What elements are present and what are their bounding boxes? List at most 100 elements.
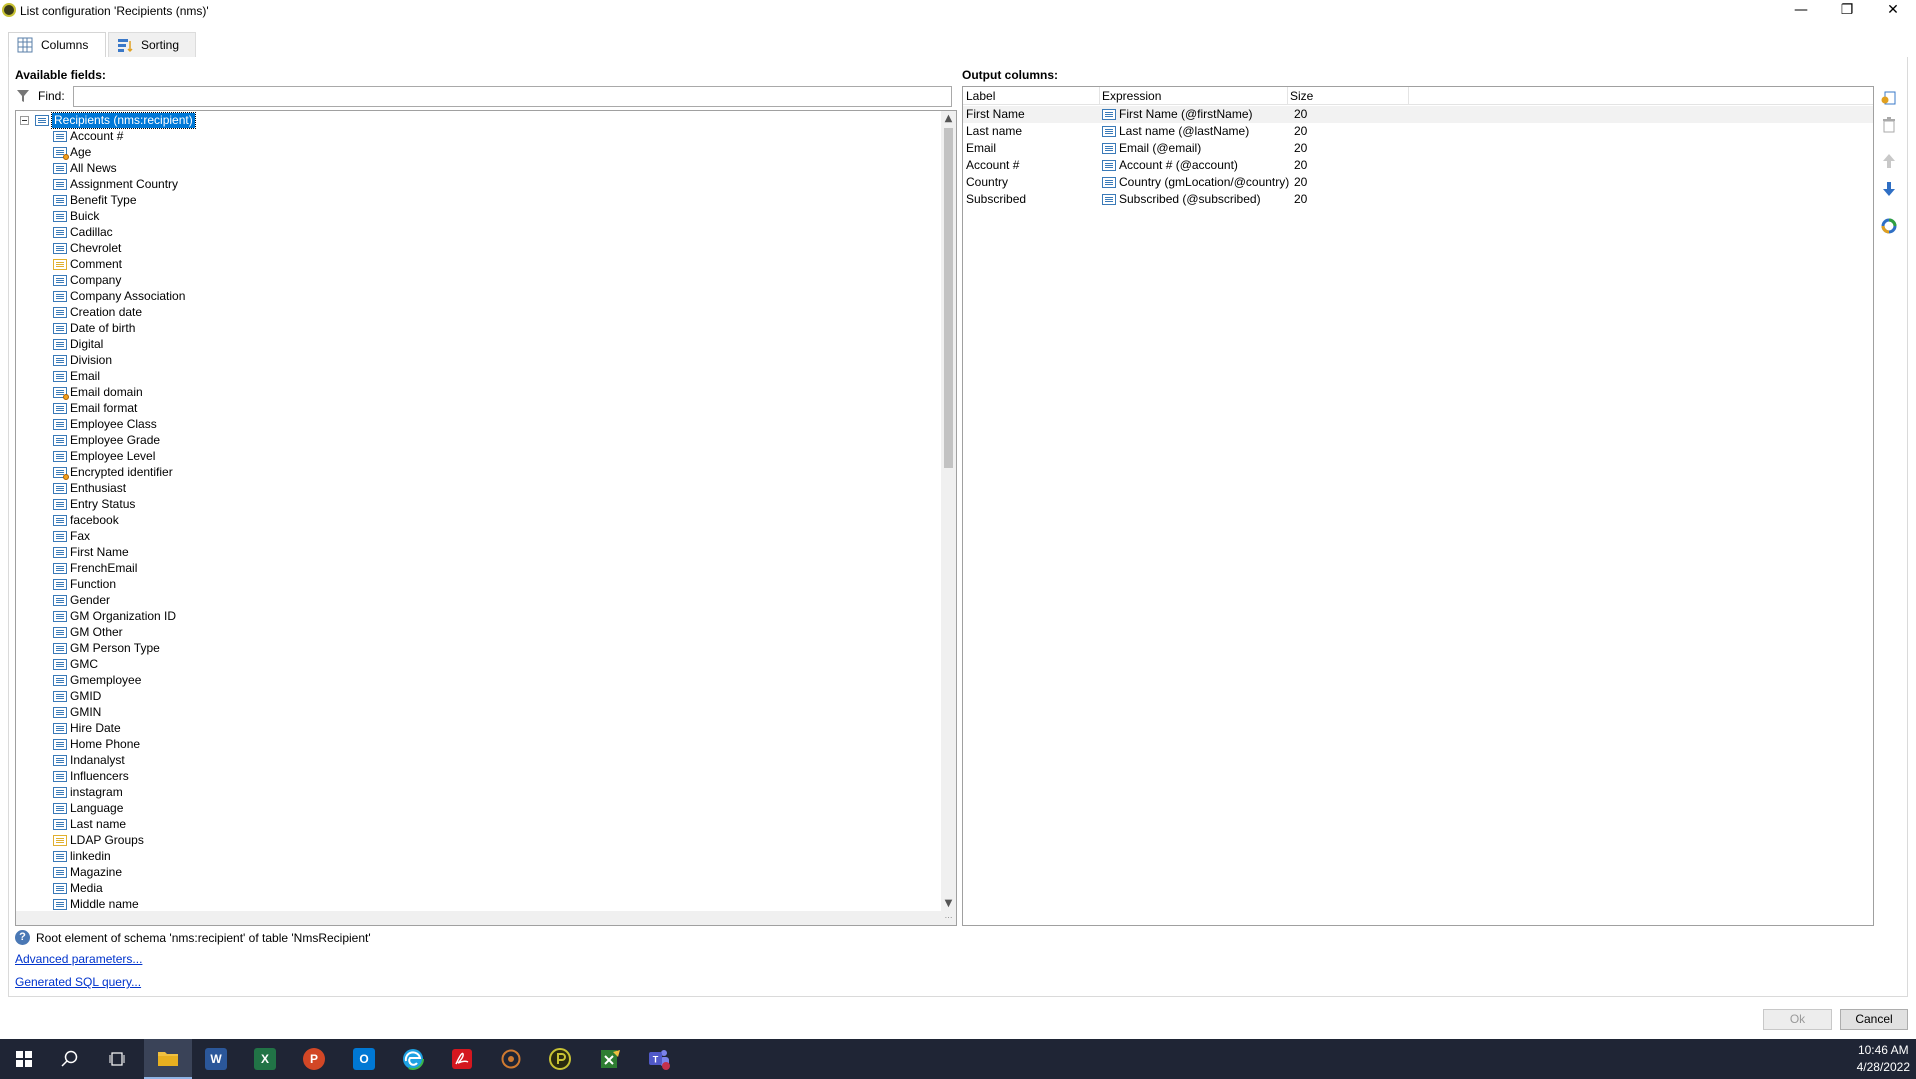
column-header-label[interactable]: Label: [966, 89, 995, 103]
tree-field-item[interactable]: Entry Status: [53, 496, 185, 512]
scroll-down-icon[interactable]: ▼: [941, 896, 956, 911]
tree-field-item[interactable]: facebook: [53, 512, 185, 528]
search-button[interactable]: [46, 1039, 94, 1079]
tree-field-item[interactable]: Division: [53, 352, 185, 368]
tree-field-item[interactable]: GM Person Type: [53, 640, 185, 656]
tree-field-item[interactable]: Date of birth: [53, 320, 185, 336]
scroll-thumb[interactable]: [944, 128, 953, 468]
output-columns-grid[interactable]: Label Expression Size First Name First Na…: [962, 86, 1874, 926]
tree-field-item[interactable]: LDAP Groups: [53, 832, 185, 848]
tree-field-item[interactable]: Age: [53, 144, 185, 160]
delete-column-button[interactable]: [1880, 117, 1898, 135]
generated-sql-link[interactable]: Generated SQL query...: [15, 975, 141, 989]
column-header-size[interactable]: Size: [1290, 89, 1313, 103]
tree-field-item[interactable]: GMIN: [53, 704, 185, 720]
tree-field-item[interactable]: Email: [53, 368, 185, 384]
resize-grip-icon[interactable]: ⋯: [941, 911, 956, 925]
tree-field-item[interactable]: FrenchEmail: [53, 560, 185, 576]
tree-field-item[interactable]: Magazine: [53, 864, 185, 880]
app-taskbar-p[interactable]: [536, 1039, 584, 1079]
tree-field-item[interactable]: Middle name: [53, 896, 185, 912]
tree-field-item[interactable]: Media: [53, 880, 185, 896]
tree-field-item[interactable]: Fax: [53, 528, 185, 544]
tab-sorting[interactable]: Sorting: [108, 32, 196, 57]
collapse-icon[interactable]: [20, 115, 29, 125]
cancel-button[interactable]: Cancel: [1840, 1009, 1908, 1030]
tree-field-item[interactable]: instagram: [53, 784, 185, 800]
tree-field-item[interactable]: First Name: [53, 544, 185, 560]
close-button[interactable]: ✕: [1870, 0, 1916, 22]
add-column-button[interactable]: [1880, 90, 1898, 108]
ok-button[interactable]: Ok: [1763, 1009, 1832, 1030]
table-row[interactable]: Account # Account # (@account) 20: [963, 157, 1873, 174]
word-taskbar[interactable]: W: [192, 1039, 240, 1079]
outlook-taskbar[interactable]: O: [340, 1039, 388, 1079]
distribution-button[interactable]: [1880, 218, 1898, 236]
tree-root-node[interactable]: Recipients (nms:recipient): [20, 111, 196, 129]
advanced-parameters-link[interactable]: Advanced parameters...: [15, 952, 142, 966]
move-down-button[interactable]: [1880, 181, 1898, 199]
table-row[interactable]: Subscribed Subscribed (@subscribed) 20: [963, 191, 1873, 208]
tree-field-item[interactable]: Assignment Country: [53, 176, 185, 192]
tree-field-item[interactable]: Company: [53, 272, 185, 288]
tree-field-item[interactable]: All News: [53, 160, 185, 176]
tree-horizontal-scrollbar[interactable]: [16, 911, 941, 925]
app-taskbar-sheet[interactable]: [586, 1039, 634, 1079]
acrobat-taskbar[interactable]: [438, 1039, 486, 1079]
tree-field-item[interactable]: GM Organization ID: [53, 608, 185, 624]
tab-columns[interactable]: Columns: [8, 32, 106, 57]
teams-taskbar[interactable]: T: [635, 1039, 683, 1079]
tree-field-item[interactable]: Function: [53, 576, 185, 592]
fields-tree[interactable]: Recipients (nms:recipient) Account # Age A…: [15, 110, 957, 926]
excel-taskbar[interactable]: X: [241, 1039, 289, 1079]
find-input[interactable]: [73, 86, 952, 107]
tree-field-item[interactable]: Employee Level: [53, 448, 185, 464]
minimize-button[interactable]: —: [1778, 0, 1824, 22]
tree-field-item[interactable]: Language: [53, 800, 185, 816]
column-divider[interactable]: [1099, 87, 1100, 105]
tree-field-item[interactable]: Hire Date: [53, 720, 185, 736]
tree-field-item[interactable]: Buick: [53, 208, 185, 224]
table-row[interactable]: Country Country (gmLocation/@country) 20: [963, 174, 1873, 191]
tree-field-item[interactable]: Encrypted identifier: [53, 464, 185, 480]
table-row[interactable]: Last name Last name (@lastName) 20: [963, 123, 1873, 140]
powerpoint-taskbar[interactable]: P: [290, 1039, 338, 1079]
start-button[interactable]: [0, 1039, 48, 1079]
tree-field-item[interactable]: Email format: [53, 400, 185, 416]
tree-field-item[interactable]: Creation date: [53, 304, 185, 320]
tree-field-item[interactable]: Indanalyst: [53, 752, 185, 768]
column-header-expression[interactable]: Expression: [1102, 89, 1161, 103]
tree-field-item[interactable]: GM Other: [53, 624, 185, 640]
tree-field-item[interactable]: Gmemployee: [53, 672, 185, 688]
scroll-up-icon[interactable]: ▲: [941, 111, 956, 126]
column-divider[interactable]: [1408, 87, 1409, 105]
tree-field-item[interactable]: Employee Grade: [53, 432, 185, 448]
task-view-button[interactable]: [94, 1039, 142, 1079]
table-row[interactable]: Email Email (@email) 20: [963, 140, 1873, 157]
tree-field-item[interactable]: Cadillac: [53, 224, 185, 240]
system-clock[interactable]: 10:46 AM 4/28/2022: [1857, 1042, 1910, 1076]
move-up-button[interactable]: [1880, 153, 1898, 171]
tree-field-item[interactable]: Digital: [53, 336, 185, 352]
restore-button[interactable]: ❐: [1824, 0, 1870, 22]
tree-field-item[interactable]: Gender: [53, 592, 185, 608]
tree-field-item[interactable]: Account #: [53, 128, 185, 144]
column-divider[interactable]: [1287, 87, 1288, 105]
tree-field-item[interactable]: Employee Class: [53, 416, 185, 432]
tree-field-item[interactable]: Benefit Type: [53, 192, 185, 208]
app-taskbar-circle[interactable]: [487, 1039, 535, 1079]
tree-field-item[interactable]: GMC: [53, 656, 185, 672]
tree-field-item[interactable]: Company Association: [53, 288, 185, 304]
tree-field-item[interactable]: Enthusiast: [53, 480, 185, 496]
tree-field-item[interactable]: Comment: [53, 256, 185, 272]
tree-field-item[interactable]: GMID: [53, 688, 185, 704]
tree-field-item[interactable]: Home Phone: [53, 736, 185, 752]
tree-field-item[interactable]: linkedin: [53, 848, 185, 864]
table-row[interactable]: First Name First Name (@firstName) 20: [963, 106, 1873, 123]
tree-field-item[interactable]: Email domain: [53, 384, 185, 400]
tree-field-item[interactable]: Last name: [53, 816, 185, 832]
edge-taskbar[interactable]: [389, 1039, 437, 1079]
tree-field-item[interactable]: Influencers: [53, 768, 185, 784]
file-explorer-taskbar[interactable]: [144, 1039, 192, 1079]
tree-field-item[interactable]: Chevrolet: [53, 240, 185, 256]
